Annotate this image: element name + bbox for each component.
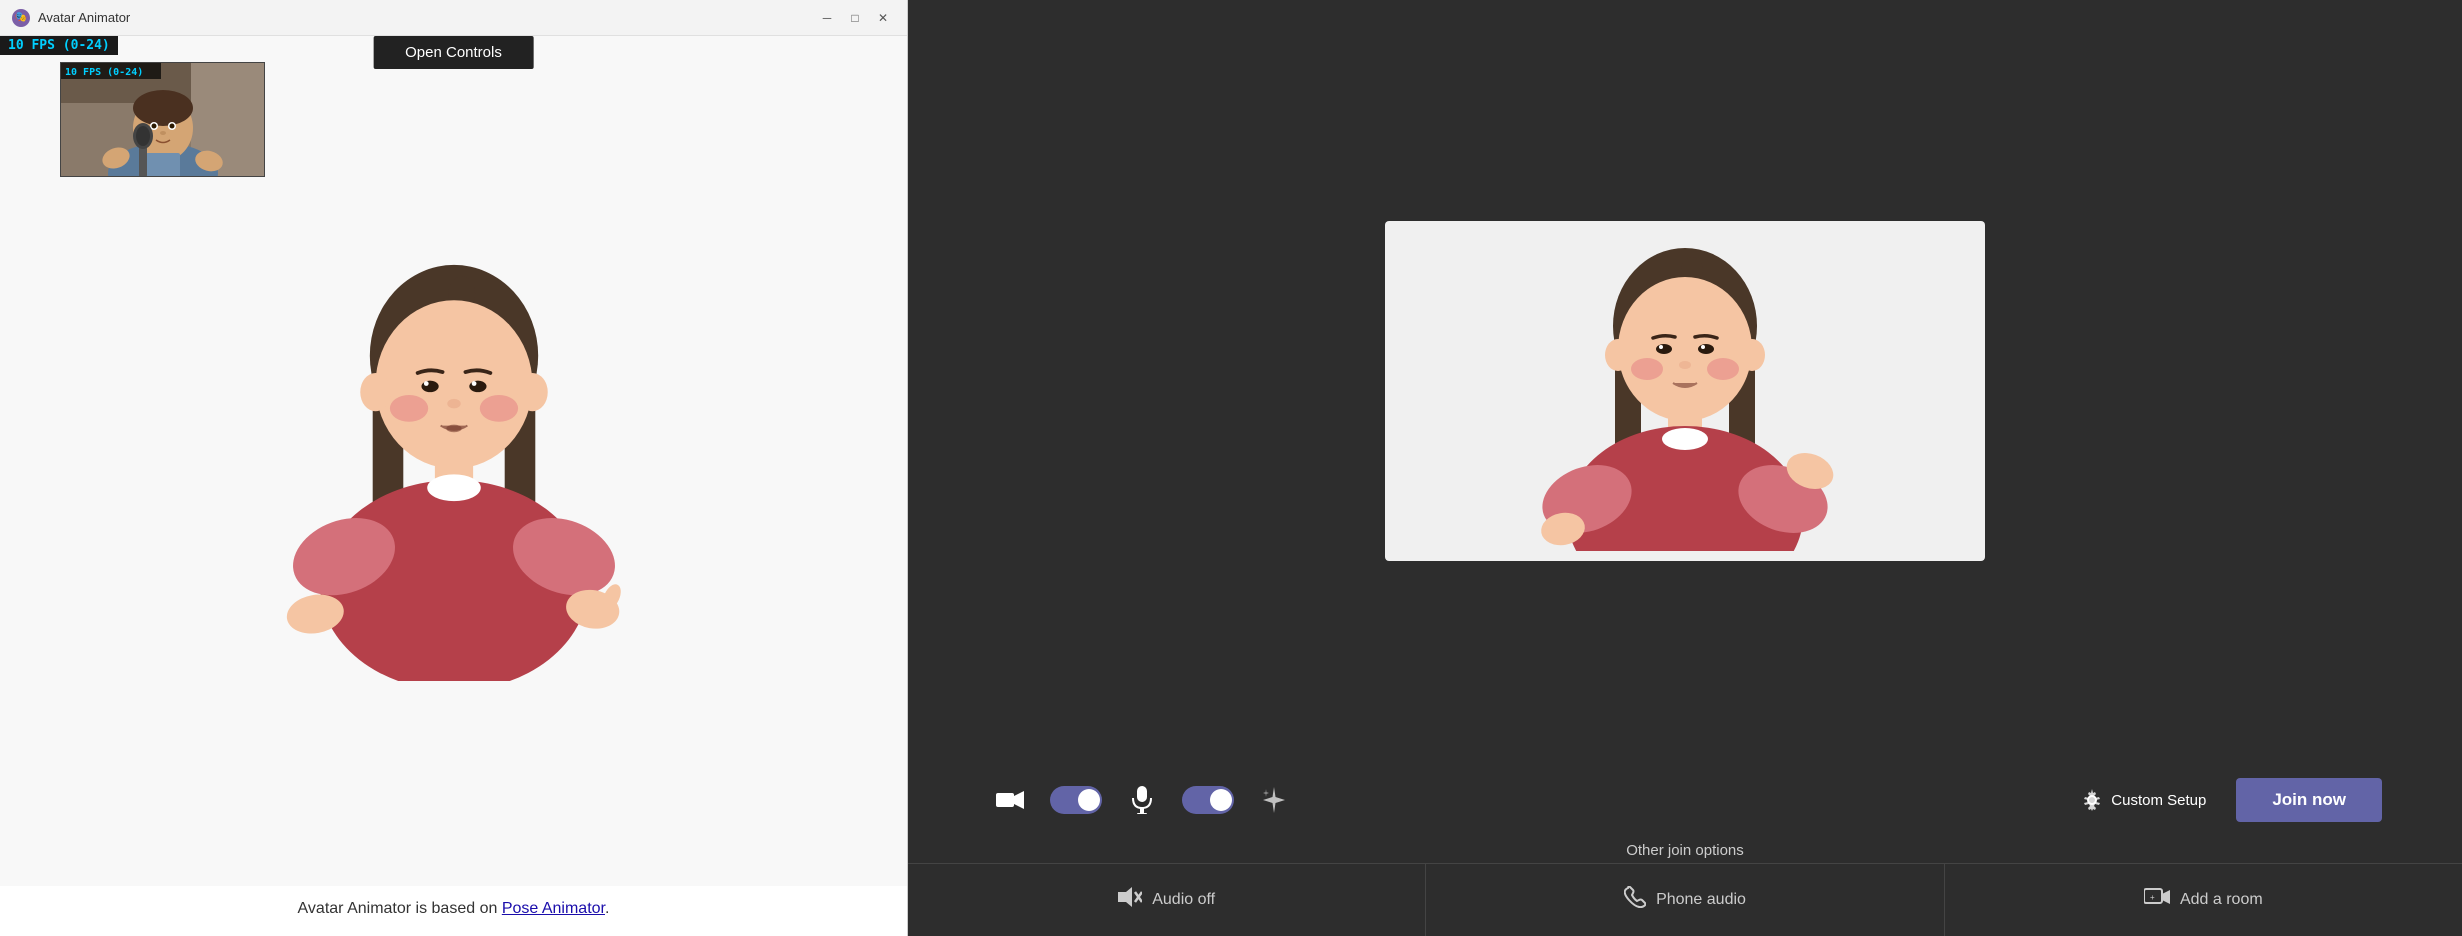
bottom-options: Audio off Phone audio + Add a room xyxy=(908,863,2462,936)
teams-avatar-preview xyxy=(1385,221,1985,561)
controls-row: Custom Setup Join now xyxy=(908,762,2462,838)
minimize-button[interactable]: ─ xyxy=(815,6,839,30)
svg-text:10 FPS (0-24): 10 FPS (0-24) xyxy=(65,67,143,78)
mic-icon xyxy=(1120,778,1164,822)
audio-off-label: Audio off xyxy=(1152,891,1215,909)
fps-badge: 10 FPS (0-24) xyxy=(0,36,118,55)
avatar-main-display xyxy=(244,241,664,681)
window-title: Avatar Animator xyxy=(38,10,807,25)
toggle-knob xyxy=(1078,789,1100,811)
effects-toggle-knob xyxy=(1210,789,1232,811)
add-room-option[interactable]: + Add a room xyxy=(1945,864,2462,936)
app-icon: 🎭 xyxy=(12,9,30,27)
phone-audio-label: Phone audio xyxy=(1656,891,1746,909)
avatar-animator-window: 🎭 Avatar Animator ─ □ ✕ 10 FPS (0-24) Op… xyxy=(0,0,908,936)
open-controls-button[interactable]: Open Controls xyxy=(373,36,534,69)
maximize-button[interactable]: □ xyxy=(843,6,867,30)
audio-off-icon xyxy=(1118,886,1142,914)
effects-icon xyxy=(1252,778,1296,822)
svg-text:+: + xyxy=(2150,893,2155,902)
window-controls: ─ □ ✕ xyxy=(815,6,895,30)
teams-join-panel: Custom Setup Join now Other join options… xyxy=(908,0,2462,936)
phone-audio-option[interactable]: Phone audio xyxy=(1426,864,1944,936)
pose-animator-link[interactable]: Pose Animator xyxy=(502,900,605,917)
gear-icon xyxy=(2081,789,2103,811)
other-join-options-label: Other join options xyxy=(908,838,2462,863)
add-room-label: Add a room xyxy=(2180,891,2263,909)
audio-off-option[interactable]: Audio off xyxy=(908,864,1426,936)
webcam-video: 10 FPS (0-24) xyxy=(61,63,265,177)
join-now-button[interactable]: Join now xyxy=(2236,778,2382,822)
add-room-icon: + xyxy=(2144,887,2170,913)
camera-toggle[interactable] xyxy=(1050,786,1102,814)
camera-icon xyxy=(988,778,1032,822)
custom-setup-button[interactable]: Custom Setup xyxy=(2069,781,2218,819)
footer-text: Avatar Animator is based on Pose Animato… xyxy=(0,886,907,936)
effects-toggle[interactable] xyxy=(1182,786,1234,814)
teams-avatar-svg xyxy=(1515,231,1855,551)
teams-preview-area xyxy=(908,0,2462,762)
phone-icon xyxy=(1624,886,1646,914)
webcam-thumbnail: 10 FPS (0-24) xyxy=(60,62,265,177)
title-bar: 🎭 Avatar Animator ─ □ ✕ xyxy=(0,0,907,36)
custom-setup-label: Custom Setup xyxy=(2111,792,2206,809)
close-button[interactable]: ✕ xyxy=(871,6,895,30)
